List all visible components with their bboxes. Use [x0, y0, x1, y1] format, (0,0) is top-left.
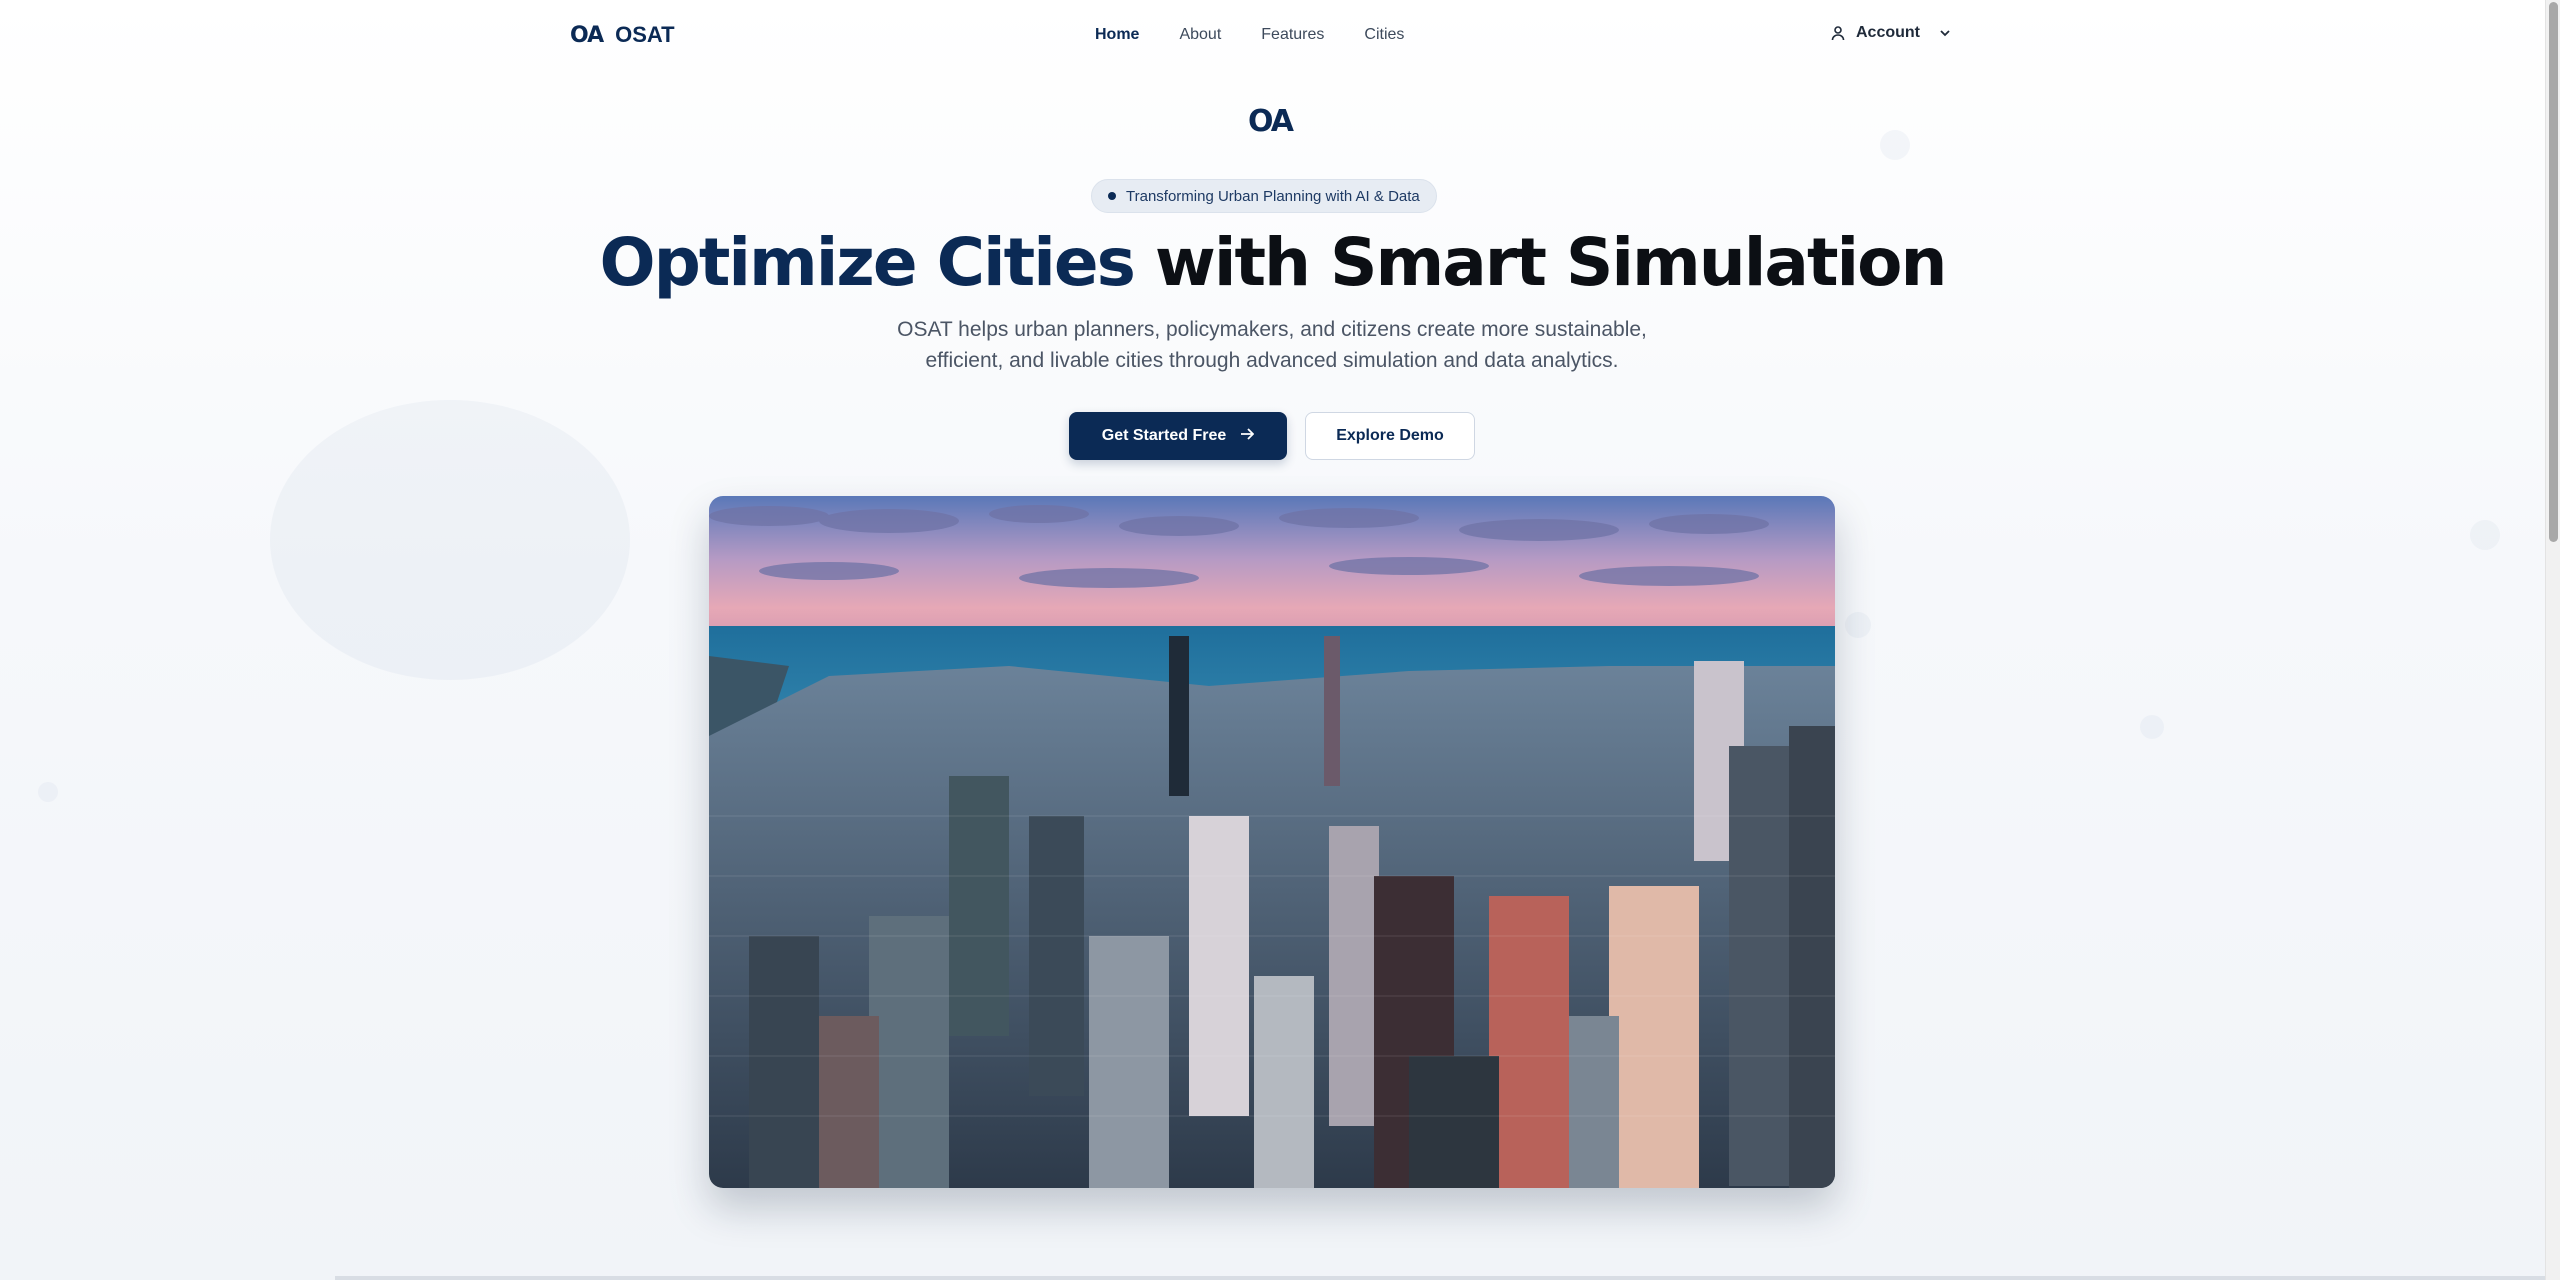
brand-name: OSAT	[615, 22, 675, 47]
decorative-dot	[2140, 715, 2164, 739]
brand-mark-icon: OA	[570, 22, 604, 48]
decorative-dot	[2470, 520, 2500, 550]
nav-link-home[interactable]: Home	[1095, 26, 1139, 44]
landing-page: OA OSAT Home About Features Cities Accou…	[0, 0, 2560, 1280]
account-label: Account	[1856, 24, 1920, 41]
nav-link-cities[interactable]: Cities	[1364, 26, 1404, 44]
brand-logo[interactable]: OA OSAT	[570, 22, 675, 48]
headline-rest: with Smart Simulation	[1133, 224, 1948, 301]
decorative-blob	[270, 400, 630, 680]
nav-link-about[interactable]: About	[1179, 26, 1221, 44]
decorative-dot	[1845, 612, 1871, 638]
account-menu[interactable]: Account	[1830, 24, 1952, 42]
hero-subtitle: OSAT helps urban planners, policymakers,…	[897, 318, 1647, 372]
scrollbar-thumb[interactable]	[2549, 2, 2558, 542]
headline-accent: Optimize Cities	[599, 224, 1136, 301]
user-icon	[1830, 25, 1846, 41]
get-started-label: Get Started Free	[1101, 427, 1227, 444]
hero-headline: Optimize Cities with Smart Simulation	[0, 218, 2545, 308]
arrow-right-icon	[1240, 427, 1255, 446]
hero-logo-icon: OA	[1248, 104, 1294, 139]
decorative-dot	[38, 782, 58, 802]
hero-badge: Transforming Urban Planning with AI & Da…	[1091, 179, 1437, 213]
badge-label: Transforming Urban Planning with AI & Da…	[1126, 187, 1420, 205]
explore-demo-button[interactable]: Explore Demo	[1305, 412, 1475, 460]
page-scrollbar[interactable]	[2545, 0, 2560, 1280]
get-started-button[interactable]: Get Started Free	[1069, 412, 1287, 460]
section-divider	[335, 1276, 2545, 1280]
badge-dot	[1108, 192, 1116, 200]
city-skyline-image	[709, 496, 1835, 1188]
main-nav: Home About Features Cities	[1095, 26, 1404, 44]
nav-link-features[interactable]: Features	[1261, 26, 1324, 44]
chevron-down-icon	[1938, 26, 1952, 40]
top-navigation: OA OSAT Home About Features Cities Accou…	[0, 0, 2545, 72]
decorative-dot	[1880, 130, 1910, 160]
